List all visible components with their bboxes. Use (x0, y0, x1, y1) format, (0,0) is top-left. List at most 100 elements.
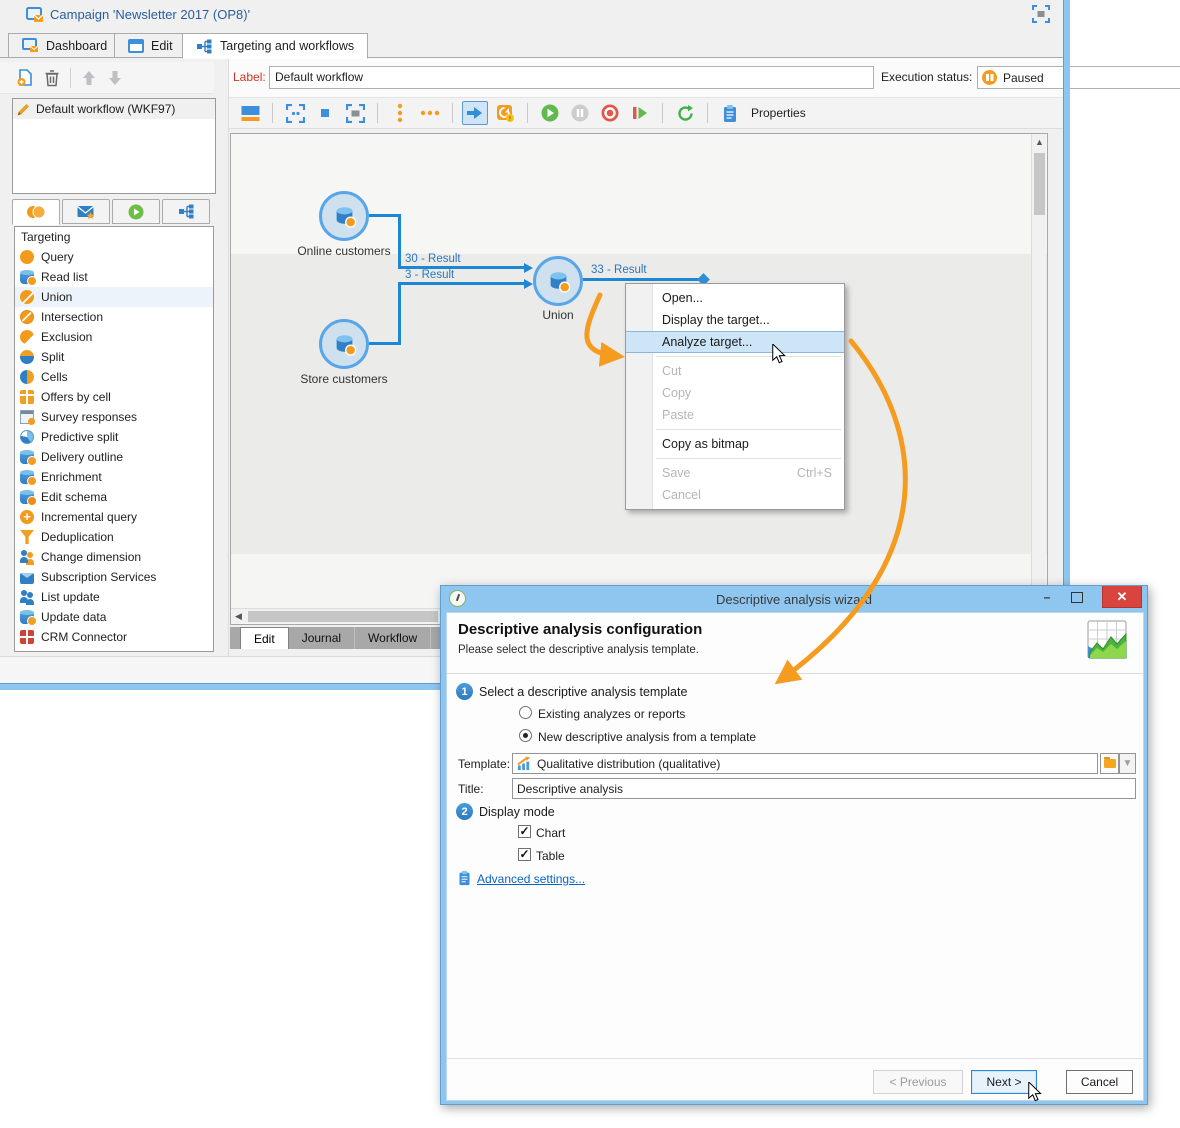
zoom-100-button[interactable] (312, 101, 338, 125)
palette-item-offers-by-cell[interactable]: Offers by cell (15, 387, 213, 407)
vertical-scroll-thumb[interactable] (1034, 153, 1045, 215)
palette-item-delivery-outline[interactable]: Delivery outline (15, 447, 213, 467)
restart-history-button[interactable]: ! (492, 101, 518, 125)
scroll-left-icon[interactable]: ◀ (231, 608, 246, 624)
advanced-settings-link[interactable]: Advanced settings... (477, 872, 585, 886)
move-up-icon[interactable] (81, 70, 97, 86)
stop-button[interactable] (597, 101, 623, 125)
palette-item-intersection[interactable]: Intersection (15, 307, 213, 327)
zoom-fit-button[interactable] (282, 101, 308, 125)
dialog-title-bar[interactable]: Descriptive analysis wizard – ✕ (441, 586, 1147, 612)
move-down-icon[interactable] (107, 70, 123, 86)
palette-item-union[interactable]: Union (15, 287, 213, 307)
refresh-button[interactable] (672, 101, 698, 125)
chart-checkbox-label[interactable]: Chart (536, 826, 565, 840)
diagram-display-button[interactable] (237, 101, 263, 125)
radio-existing-analyzes-label[interactable]: Existing analyzes or reports (538, 707, 685, 721)
node-label[interactable]: Union (542, 308, 573, 322)
palette-item-update-data[interactable]: Update data (15, 607, 213, 627)
edge-label[interactable]: 33 - Result (591, 264, 647, 276)
palette-item-incremental-query[interactable]: Incremental query (15, 507, 213, 527)
workflow-list-item[interactable]: Default workflow (WKF97) (13, 99, 215, 119)
horizontal-layout-button[interactable] (417, 101, 443, 125)
cancel-button[interactable]: Cancel (1066, 1070, 1133, 1094)
menu-item-save[interactable]: Save Ctrl+S (626, 462, 844, 484)
palette-tab-execution[interactable] (112, 199, 160, 224)
palette-item-enrichment[interactable]: Enrichment (15, 467, 213, 487)
start-button[interactable] (537, 101, 563, 125)
browse-folder-button[interactable] (1100, 753, 1119, 774)
menu-item-analyze-target[interactable]: Analyze target... (626, 331, 844, 353)
palette-item-deduplication[interactable]: Deduplication (15, 527, 213, 547)
add-workflow-icon[interactable] (16, 68, 34, 87)
bottom-tab-journal[interactable]: Journal (289, 627, 356, 649)
palette-item-survey-responses[interactable]: Survey responses (15, 407, 213, 427)
palette-item-change-dimension[interactable]: Change dimension (15, 547, 213, 567)
transition-mode-button[interactable] (462, 101, 488, 125)
edge-segment (398, 214, 401, 269)
execution-status-dropdown[interactable]: Paused ▼ (977, 66, 1180, 89)
palette-item-split[interactable]: Split (15, 347, 213, 367)
edge-label[interactable]: 3 - Result (405, 269, 454, 281)
palette-tab-targeting[interactable] (12, 199, 60, 225)
minimize-button[interactable]: – (1033, 586, 1061, 608)
chart-checkbox[interactable] (518, 824, 531, 838)
node-label[interactable]: Store customers (300, 372, 387, 386)
maximize-button[interactable] (1063, 586, 1091, 608)
palette-tab-deliveries[interactable] (62, 199, 110, 224)
palette-item-read-list[interactable]: Read list (15, 267, 213, 287)
palette-tab-events[interactable] (162, 199, 210, 224)
palette-item-cells[interactable]: Cells (15, 367, 213, 387)
palette-item-exclusion[interactable]: Exclusion (15, 327, 213, 347)
palette-item-list-update[interactable]: List update (15, 587, 213, 607)
node-union[interactable] (533, 256, 583, 306)
zoom-selection-button[interactable] (342, 101, 368, 125)
edge-label[interactable]: 30 - Result (405, 253, 461, 265)
restart-button[interactable] (627, 101, 653, 125)
vertical-layout-button[interactable] (387, 101, 413, 125)
title-field[interactable]: Descriptive analysis (512, 778, 1136, 799)
palette-item-crm-connector[interactable]: CRM Connector (15, 627, 213, 647)
table-checkbox-label[interactable]: Table (536, 849, 565, 863)
menu-item-paste[interactable]: Paste (626, 404, 844, 426)
tab-dashboard[interactable]: Dashboard (8, 33, 122, 58)
horizontal-scroll-thumb[interactable] (248, 611, 438, 622)
template-dropdown-button[interactable]: ▼ (1119, 753, 1136, 774)
workflow-label-input[interactable]: Default workflow (269, 66, 874, 89)
radio-new-analysis[interactable] (519, 729, 532, 742)
palette-item-query[interactable]: Query (15, 247, 213, 267)
properties-button[interactable] (717, 101, 743, 125)
node-store-customers[interactable] (319, 319, 369, 369)
template-field[interactable]: Qualitative distribution (qualitative) (512, 753, 1098, 774)
bottom-tab-workflow[interactable]: Workflow (355, 627, 432, 649)
menu-item-cut[interactable]: Cut (626, 360, 844, 382)
fullscreen-icon[interactable] (1032, 5, 1050, 23)
tab-edit[interactable]: Edit (114, 33, 187, 58)
bottom-tab-edit[interactable]: Edit (240, 627, 289, 649)
refresh-icon (677, 104, 693, 121)
table-checkbox[interactable] (518, 847, 531, 861)
close-button[interactable]: ✕ (1102, 586, 1142, 608)
radio-existing-analyzes[interactable] (519, 706, 532, 719)
node-online-customers[interactable] (319, 191, 369, 241)
previous-button[interactable]: < Previous (873, 1070, 963, 1094)
palette-item-predictive-split[interactable]: Predictive split (15, 427, 213, 447)
scroll-up-icon[interactable]: ▲ (1032, 134, 1047, 150)
menu-item-cancel[interactable]: Cancel (626, 484, 844, 506)
radio-new-analysis-label[interactable]: New descriptive analysis from a template (538, 730, 756, 744)
palette-item-subscription-services[interactable]: Subscription Services (15, 567, 213, 587)
menu-item-copy[interactable]: Copy (626, 382, 844, 404)
pause-button[interactable] (567, 101, 593, 125)
zoom-100-icon (321, 109, 329, 117)
menu-item-open[interactable]: Open... (626, 287, 844, 309)
palette-item-edit-schema[interactable]: Edit schema (15, 487, 213, 507)
tab-targeting-workflows[interactable]: Targeting and workflows (182, 33, 369, 59)
delete-workflow-icon[interactable] (44, 69, 60, 87)
next-button[interactable]: Next > (971, 1070, 1037, 1094)
node-label[interactable]: Online customers (297, 244, 390, 258)
menu-item-display-target[interactable]: Display the target... (626, 309, 844, 331)
canvas-vertical-scrollbar[interactable]: ▲ ▼ (1031, 134, 1046, 610)
menu-item-label: Analyze target... (662, 335, 753, 349)
menu-item-copy-as-bitmap[interactable]: Copy as bitmap (626, 433, 844, 455)
palette-header: Targeting (21, 230, 71, 244)
